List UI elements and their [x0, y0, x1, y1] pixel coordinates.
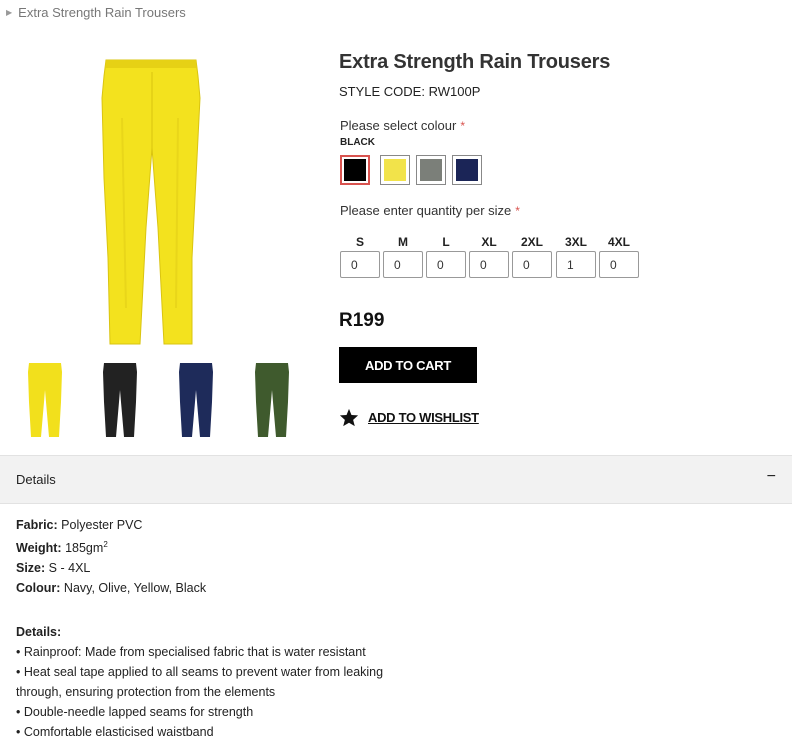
- spec-size: Size: S - 4XL: [16, 558, 206, 578]
- collapse-icon[interactable]: −: [767, 468, 776, 486]
- spec-fabric: Fabric: Polyester PVC: [16, 515, 206, 535]
- spec-fabric-label: Fabric:: [16, 518, 58, 532]
- add-to-wishlist-link[interactable]: ADD TO WISHLIST: [339, 408, 479, 427]
- details-bullet: • Rainproof: Made from specialised fabri…: [16, 645, 366, 659]
- product-price: R199: [339, 310, 385, 331]
- quantity-input-xl[interactable]: [469, 251, 509, 278]
- size-header-4xl: 4XL: [607, 235, 630, 249]
- product-main-image[interactable]: [92, 58, 212, 348]
- size-header-3xl: 3XL: [564, 235, 587, 249]
- size-header-s: S: [355, 235, 364, 249]
- swatch-navy[interactable]: [452, 155, 482, 185]
- size-header-m: M: [398, 235, 408, 249]
- spec-size-label: Size:: [16, 561, 46, 576]
- spec-fabric-value: Polyester PVC: [61, 518, 143, 532]
- spec-weight-value: 185gm: [65, 541, 104, 556]
- quantity-label: Please enter quantity per size *: [340, 203, 520, 218]
- size-header-l: L: [442, 235, 450, 249]
- swatch-grey-fill: [420, 159, 442, 181]
- spec-weight-sup: 2: [103, 540, 108, 549]
- details-title: Details: [16, 472, 56, 487]
- size-header-2xl: 2XL: [520, 235, 543, 249]
- star-icon: [339, 408, 359, 427]
- quantity-input-s[interactable]: [340, 251, 380, 278]
- details-bullet: • Double-needle lapped seams for strengt…: [16, 705, 254, 719]
- details-heading: Details:: [16, 625, 62, 639]
- spec-colour-label: Colour:: [16, 581, 61, 596]
- colour-label-text: Please select colour: [340, 118, 457, 133]
- required-mark: *: [515, 204, 520, 218]
- details-bullet: • Comfortable elasticised waistband: [16, 725, 214, 739]
- quantity-input-4xl[interactable]: [599, 251, 639, 278]
- swatch-grey[interactable]: [416, 155, 446, 185]
- product-title: Extra Strength Rain Trousers: [339, 51, 611, 73]
- thumbnail-olive[interactable]: [252, 362, 292, 438]
- quantity-label-text: Please enter quantity per size: [340, 203, 512, 218]
- quantity-input-m[interactable]: [383, 251, 423, 278]
- swatch-yellow[interactable]: [380, 155, 410, 185]
- spec-colour: Colour: Navy, Olive, Yellow, Black: [16, 578, 206, 598]
- chevron-right-icon: ▶: [6, 8, 13, 17]
- colour-select-label: Please select colour *: [340, 118, 465, 133]
- wishlist-label: ADD TO WISHLIST: [368, 410, 479, 425]
- spec-weight: Weight: 185gm2: [16, 535, 206, 558]
- product-specs: Fabric: Polyester PVC Weight: 185gm2 Siz…: [16, 515, 206, 598]
- size-header-xl: XL: [481, 235, 497, 249]
- quantity-input-l[interactable]: [426, 251, 466, 278]
- spec-colour-value: Navy, Olive, Yellow, Black: [63, 581, 207, 596]
- selected-colour-name: BLACK: [340, 137, 375, 148]
- swatch-black-fill: [344, 159, 366, 181]
- spec-weight-label: Weight:: [16, 541, 62, 556]
- thumbnail-yellow[interactable]: [25, 362, 65, 438]
- required-mark: *: [460, 119, 466, 133]
- quantity-input-2xl[interactable]: [512, 251, 552, 278]
- swatch-yellow-fill: [384, 159, 406, 181]
- details-accordion-header[interactable]: Details −: [0, 455, 792, 504]
- breadcrumb-current[interactable]: Extra Strength Rain Trousers: [18, 5, 186, 20]
- add-to-cart-button[interactable]: ADD TO CART: [339, 347, 477, 383]
- thumbnail-gallery: [0, 362, 320, 440]
- quantity-input-3xl[interactable]: [556, 251, 596, 278]
- thumb-shape: [28, 363, 62, 437]
- thumbnail-navy[interactable]: [176, 362, 216, 438]
- swatch-black[interactable]: [340, 155, 370, 185]
- swatch-navy-fill: [456, 159, 478, 181]
- details-bullet: • Heat seal tape applied to all seams to…: [16, 665, 384, 699]
- style-code: STYLE CODE: RW100P: [339, 84, 481, 99]
- details-description: Details: • Rainproof: Made from speciali…: [16, 622, 406, 742]
- breadcrumb: ▶ Extra Strength Rain Trousers: [6, 5, 186, 20]
- spec-size-value: S - 4XL: [48, 561, 91, 576]
- thumbnail-black[interactable]: [100, 362, 140, 438]
